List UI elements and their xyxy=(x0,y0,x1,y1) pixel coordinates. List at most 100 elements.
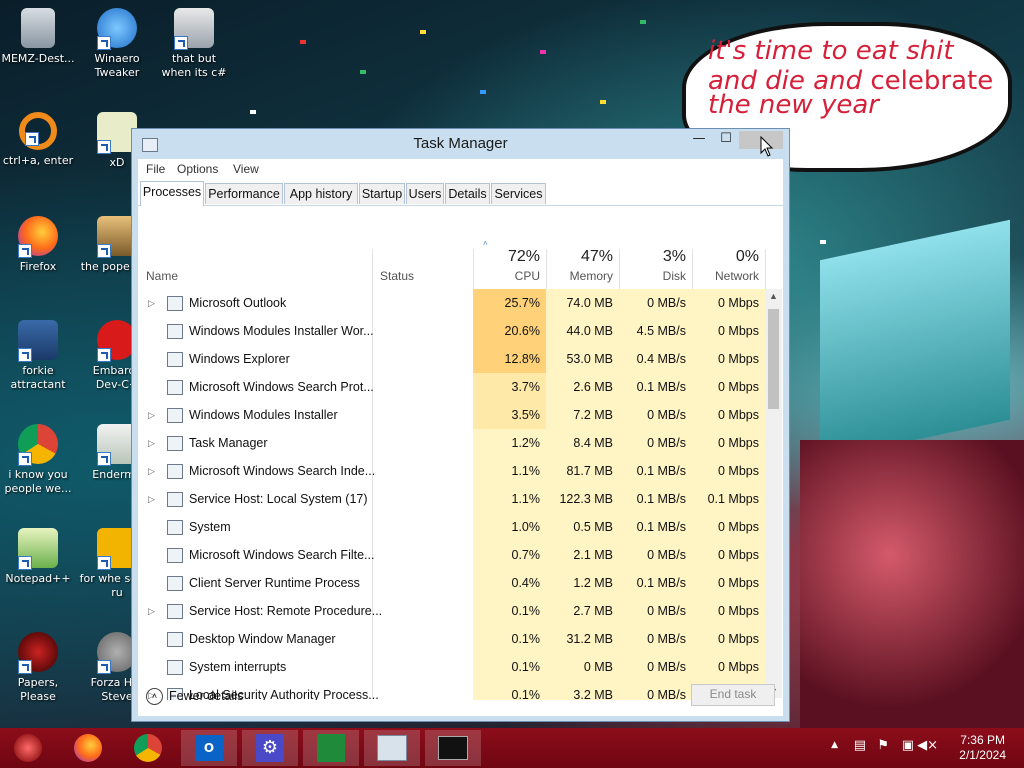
app-window-icon xyxy=(167,324,183,339)
tab-services[interactable]: Services xyxy=(491,183,546,204)
table-row[interactable]: ▷ Microsoft Outlook 25.7% 74.0 MB 0 MB/s 0 Mb… xyxy=(138,289,765,317)
firefox-icon xyxy=(74,734,102,762)
table-row[interactable]: Desktop Window Manager 0.1% 31.2 MB 0 MB/s 0… xyxy=(138,625,765,653)
memory-cell: 8.4 MB xyxy=(546,429,619,457)
disk-cell: 0.1 MB/s xyxy=(619,513,692,541)
desktop-icon-firefox[interactable]: Firefox xyxy=(0,216,76,274)
command-prompt-icon xyxy=(438,736,468,760)
column-status[interactable]: Status xyxy=(372,205,473,289)
outlook-icon: O xyxy=(195,735,223,761)
taskbar-firefox[interactable] xyxy=(60,730,116,766)
tab-app-history[interactable]: App history xyxy=(284,183,358,204)
disk-cell: 0 MB/s xyxy=(619,541,692,569)
app-window-icon xyxy=(167,520,183,535)
expand-chevron-icon[interactable]: ▷ xyxy=(148,485,155,513)
network-cell: 0 Mbps xyxy=(692,625,765,653)
fewer-details-button[interactable]: ˄ Fewer details xyxy=(146,688,243,705)
taskbar-task-manager[interactable] xyxy=(364,730,420,766)
table-row[interactable]: System 1.0% 0.5 MB 0.1 MB/s 0 Mbps xyxy=(138,513,765,541)
maximize-button[interactable]: ☐ xyxy=(711,131,741,149)
disk-cell: 0 MB/s xyxy=(619,681,692,700)
desktop-icon-notepadpp[interactable]: Notepad++ xyxy=(0,528,76,586)
table-row[interactable]: ▷ Service Host: Remote Procedure... 0.1% 2.… xyxy=(138,597,765,625)
table-row[interactable]: System interrupts 0.1% 0 MB 0 MB/s 0 Mbps xyxy=(138,653,765,681)
desktop-icon-thatbut[interactable]: that but when its c# xyxy=(156,8,232,80)
table-row[interactable]: Microsoft Windows Search Filte... 0.7% 2.1… xyxy=(138,541,765,569)
end-task-button[interactable]: End task xyxy=(691,684,775,706)
menu-view[interactable]: View xyxy=(233,162,259,176)
start-button-icon xyxy=(14,734,42,762)
table-row[interactable]: ▷ Task Manager 1.2% 8.4 MB 0 MB/s 0 Mbps xyxy=(138,429,765,457)
column-network[interactable]: 0% Network xyxy=(692,205,765,289)
table-row[interactable]: ▷ Microsoft Windows Search Inde... 1.1% 81.… xyxy=(138,457,765,485)
chevron-up-icon: ˄ xyxy=(146,688,163,705)
tab-details[interactable]: Details xyxy=(445,183,490,204)
tab-users[interactable]: Users xyxy=(406,183,444,204)
cpu-cell: 0.4% xyxy=(473,569,546,597)
title-bar[interactable]: Task Manager — ☐ xyxy=(132,129,789,159)
column-disk[interactable]: 3% Disk xyxy=(619,205,692,289)
volume-muted-icon[interactable]: ◀× xyxy=(917,738,938,753)
memory-cell: 2.1 MB xyxy=(546,541,619,569)
taskbar-settings[interactable]: ⚙ xyxy=(242,730,298,766)
process-name: Windows Explorer xyxy=(189,352,290,366)
column-cpu[interactable]: ˄ 72% CPU xyxy=(473,205,546,289)
vertical-scrollbar[interactable]: ▲ ▼ xyxy=(765,289,782,698)
desktop-icon-iknowyou[interactable]: i know you people we... xyxy=(0,424,76,496)
menu-file[interactable]: File xyxy=(146,162,165,176)
desktop-icon-papers[interactable]: Papers, Please xyxy=(0,632,76,704)
taskbar-chrome[interactable] xyxy=(120,730,176,766)
scroll-up-icon[interactable]: ▲ xyxy=(765,291,782,301)
minimize-button[interactable]: — xyxy=(684,131,714,149)
mouse-cursor-icon xyxy=(760,136,774,157)
start-button[interactable] xyxy=(0,730,56,766)
table-row[interactable]: Windows Modules Installer Wor... 20.6% 44.… xyxy=(138,317,765,345)
desktop-icon-memz[interactable]: MEMZ-Dest... xyxy=(0,8,76,66)
clock[interactable]: 7:36 PM 2/1/2024 xyxy=(959,733,1006,763)
expand-chevron-icon[interactable]: ▷ xyxy=(148,597,155,625)
table-row[interactable]: Windows Explorer 12.8% 53.0 MB 0.4 MB/s 0 Mb… xyxy=(138,345,765,373)
memory-cell: 2.7 MB xyxy=(546,597,619,625)
network-cell: 0 Mbps xyxy=(692,569,765,597)
taskbar-command-prompt[interactable] xyxy=(425,730,481,766)
memory-cell: 1.2 MB xyxy=(546,569,619,597)
flag-icon[interactable]: ⚑ xyxy=(877,738,889,753)
expand-chevron-icon[interactable]: ▷ xyxy=(148,289,155,317)
search-user-icon xyxy=(167,380,183,395)
tab-processes[interactable]: Processes xyxy=(140,181,204,206)
table-row[interactable]: ▷ Service Host: Local System (17) 1.1% 122.… xyxy=(138,485,765,513)
process-name: Service Host: Local System (17) xyxy=(189,492,368,506)
network-cell: 0 Mbps xyxy=(692,653,765,681)
tab-startup[interactable]: Startup xyxy=(359,183,405,204)
show-hidden-icons-icon[interactable]: ▲ xyxy=(831,740,838,750)
orange-ring-icon xyxy=(19,112,57,150)
table-row[interactable]: Client Server Runtime Process 0.4% 1.2 MB 0… xyxy=(138,569,765,597)
desktop-icon-winaero[interactable]: Winaero Tweaker xyxy=(79,8,155,80)
taskbar-outlook[interactable]: O xyxy=(181,730,237,766)
column-name[interactable]: Name xyxy=(138,205,372,289)
menu-options[interactable]: Options xyxy=(177,162,218,176)
ethernet-icon[interactable]: ▣ xyxy=(902,738,914,753)
disk-cell: 0 MB/s xyxy=(619,289,692,317)
monitor-gear-icon xyxy=(18,320,58,362)
desktop-icon-forkie[interactable]: forkie attractant xyxy=(0,320,76,392)
taskbar-excel[interactable] xyxy=(303,730,359,766)
window-client: File Options View Processes Performance … xyxy=(138,159,783,716)
expand-chevron-icon[interactable]: ▷ xyxy=(148,457,155,485)
table-row[interactable]: ▷ Windows Modules Installer 3.5% 7.2 MB 0 MB… xyxy=(138,401,765,429)
tab-performance[interactable]: Performance xyxy=(205,183,283,204)
clock-time: 7:36 PM xyxy=(960,733,1005,747)
column-memory[interactable]: 47% Memory xyxy=(546,205,619,289)
taskbar: O ⚙ ▲ ▤ ⚑ ▣ ◀× 7:36 PM 2/1/2024 xyxy=(0,728,1024,768)
desktop-icon-ctrla[interactable]: ctrl+a, enter xyxy=(0,112,76,168)
expand-chevron-icon[interactable]: ▷ xyxy=(148,429,155,457)
network-icon[interactable]: ▤ xyxy=(854,738,866,753)
cpu-cell: 1.2% xyxy=(473,429,546,457)
expand-chevron-icon[interactable]: ▷ xyxy=(148,401,155,429)
cpu-cell: 0.1% xyxy=(473,597,546,625)
scrollbar-thumb[interactable] xyxy=(768,309,779,409)
process-name: Microsoft Outlook xyxy=(189,296,287,310)
table-row[interactable]: Microsoft Windows Search Prot... 3.7% 2.6 … xyxy=(138,373,765,401)
cpu-cell: 0.7% xyxy=(473,541,546,569)
sort-arrow-icon: ˄ xyxy=(483,239,488,248)
